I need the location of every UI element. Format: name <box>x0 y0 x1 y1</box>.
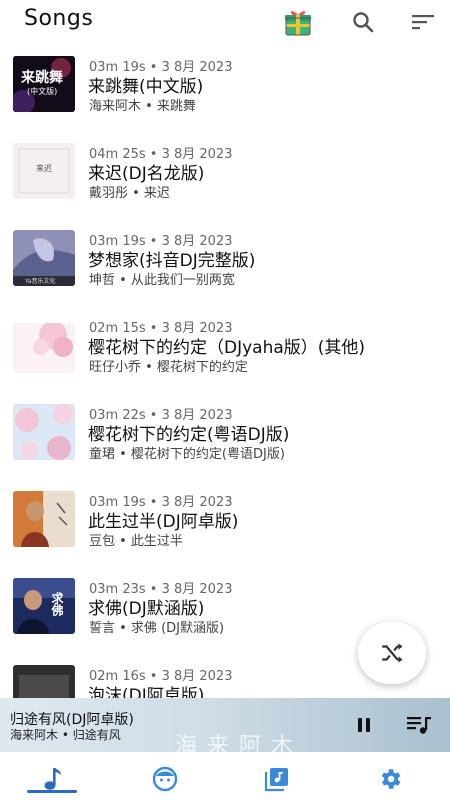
song-title: 来迟(DJ名龙版) <box>88 164 205 184</box>
album-art-title: 求佛 <box>50 592 64 616</box>
album-art: 求佛 <box>13 578 75 634</box>
shuffle-icon <box>382 643 403 663</box>
page-title: Songs <box>24 6 94 31</box>
song-artist: 豆包 • 此生过半 <box>89 534 183 549</box>
album-art-title: 来跳舞 <box>21 70 63 86</box>
song-artist: 誓言 • 求佛 (DJ默涵版) <box>89 621 225 636</box>
song-row[interactable]: 来跳舞 (中文版) 03m 19s • 3 8月 2023 来跳舞(中文版) 海… <box>0 50 450 136</box>
app-header: Songs <box>0 0 450 44</box>
album-art <box>13 665 75 700</box>
song-title: 来跳舞(中文版) <box>88 77 204 97</box>
song-title: 樱花树下的约定（DJyaha版）(其他) <box>88 338 366 358</box>
album-art <box>13 404 75 460</box>
now-playing-artist: 海来阿木 • 归途有风 <box>10 728 121 742</box>
song-artist: 童珺 • 樱花树下的约定(粤语DJ版) <box>89 447 285 462</box>
pause-icon <box>358 718 370 732</box>
album-art-title: 来迟 <box>36 164 52 173</box>
active-tab-indicator <box>27 790 77 793</box>
song-title: 梦想家(抖音DJ完整版) <box>88 251 256 271</box>
queue-button[interactable] <box>404 710 434 740</box>
artist-icon <box>152 766 178 792</box>
sort-button[interactable] <box>405 4 441 40</box>
search-icon <box>353 12 374 33</box>
music-note-icon <box>44 768 61 790</box>
song-row[interactable]: 03m 19s • 3 8月 2023 此生过半(DJ阿卓版) 豆包 • 此生过… <box>0 485 450 571</box>
settings-icon <box>381 769 401 789</box>
album-art: 来迟 <box>13 143 75 199</box>
album-art <box>13 317 75 373</box>
album-art: Ya音乐文化 <box>13 230 75 286</box>
album-art-subtitle: (中文版) <box>27 87 58 96</box>
song-row[interactable]: 来迟 04m 25s • 3 8月 2023 来迟(DJ名龙版) 戴羽彤 • 来… <box>0 137 450 223</box>
nav-artists[interactable] <box>140 762 190 796</box>
song-row[interactable]: 02m 15s • 3 8月 2023 樱花树下的约定（DJyaha版）(其他)… <box>0 311 450 397</box>
nav-settings[interactable] <box>365 762 415 796</box>
mini-player[interactable]: 海来阿木 归途有风(DJ阿卓版) 海来阿木 • 归途有风 <box>0 698 450 752</box>
album-art-title: Ya音乐文化 <box>25 278 56 285</box>
gift-icon <box>285 11 311 36</box>
song-artist: 海来阿木 • 来跳舞 <box>89 99 196 114</box>
nav-albums[interactable] <box>252 762 302 796</box>
queue-music-icon <box>407 717 431 734</box>
album-art: 来跳舞 (中文版) <box>13 56 75 112</box>
pause-button[interactable] <box>349 710 379 740</box>
album-icon <box>264 768 288 792</box>
song-row[interactable]: 03m 22s • 3 8月 2023 樱花树下的约定(粤语DJ版) 童珺 • … <box>0 398 450 484</box>
album-art <box>13 491 75 547</box>
gift-button[interactable] <box>280 4 316 40</box>
shuffle-button[interactable] <box>358 622 426 684</box>
song-artist: 旺仔小乔 • 樱花树下的约定 <box>89 360 248 375</box>
search-button[interactable] <box>345 4 381 40</box>
song-title: 求佛(DJ默涵版) <box>88 599 205 619</box>
song-title: 樱花树下的约定(粤语DJ版) <box>88 425 290 445</box>
player-art-watermark: 海来阿木 <box>175 734 304 752</box>
song-artist: 戴羽彤 • 来迟 <box>89 186 170 201</box>
sort-icon <box>412 15 434 30</box>
song-row[interactable]: Ya音乐文化 03m 19s • 3 8月 2023 梦想家(抖音DJ完整版) … <box>0 224 450 310</box>
song-list: 来跳舞 (中文版) 03m 19s • 3 8月 2023 来跳舞(中文版) 海… <box>0 50 450 700</box>
song-artist: 坤哲 • 从此我们一别两宽 <box>89 273 235 288</box>
song-title: 此生过半(DJ阿卓版) <box>88 512 239 532</box>
